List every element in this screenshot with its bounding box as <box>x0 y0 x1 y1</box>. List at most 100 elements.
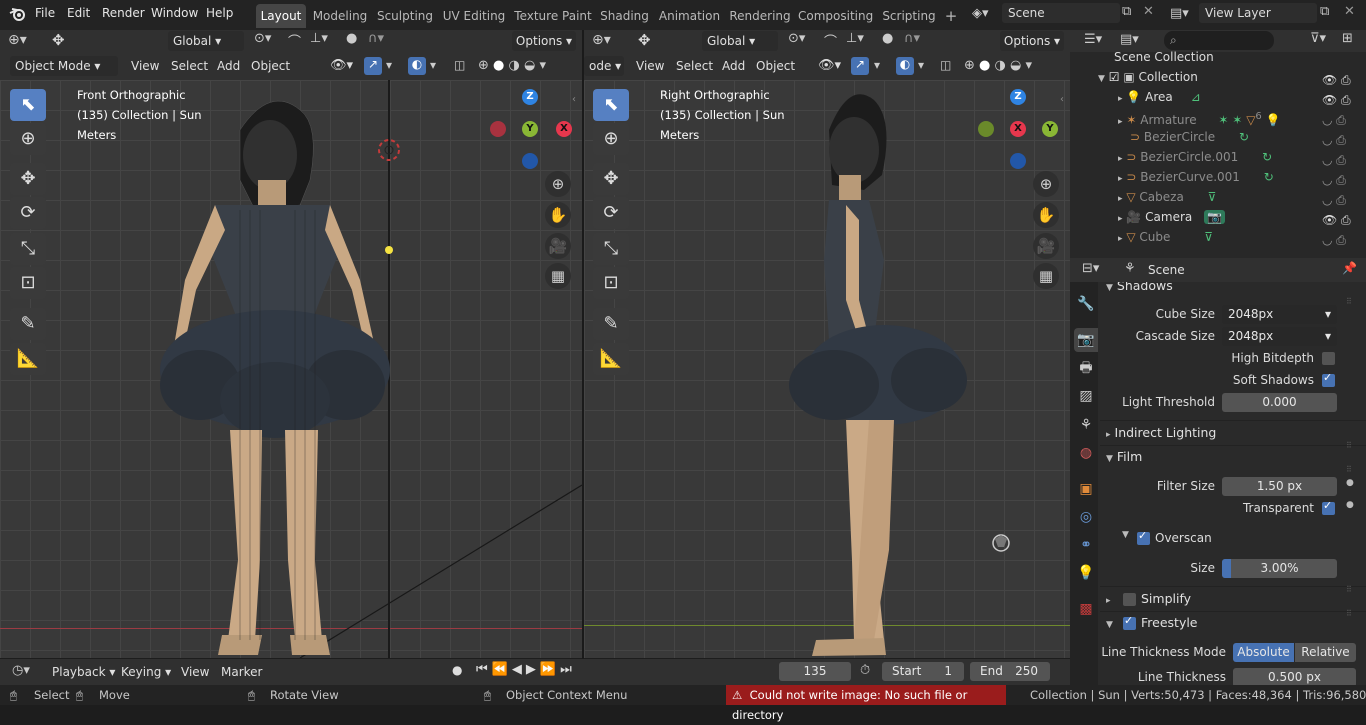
xray-icon[interactable]: ◫ <box>940 58 956 72</box>
measure-tool-button[interactable]: 📐 <box>10 343 46 375</box>
panel-film[interactable]: ▼ Film <box>1106 446 1142 468</box>
chevron-left-icon[interactable]: ‹ <box>572 94 582 105</box>
absolute-mode-button[interactable]: Absolute <box>1233 643 1294 662</box>
gizmo-x-axis[interactable]: X <box>556 121 572 137</box>
rotate-tool-button[interactable]: ⟳ <box>10 197 46 229</box>
eye-closed-icon[interactable]: ◡ ⎙ <box>1322 230 1362 250</box>
current-frame-field[interactable]: 135 <box>779 662 851 681</box>
close-icon[interactable]: ✕ <box>1344 4 1362 22</box>
light-threshold-field[interactable]: 0.000 <box>1222 393 1337 412</box>
menu-add[interactable]: Add <box>722 56 745 76</box>
texture-properties-icon[interactable]: ▩ <box>1074 597 1098 621</box>
chevron-down-icon[interactable]: ▾ <box>430 58 440 72</box>
menu-object[interactable]: Object <box>756 56 795 76</box>
menu-view[interactable]: View <box>131 56 159 76</box>
move-tool-button[interactable]: ✥ <box>593 163 629 195</box>
view-layer-field[interactable]: View Layer <box>1199 3 1317 23</box>
scene-name-field[interactable]: Scene <box>1002 3 1120 23</box>
tab-shading[interactable]: Shading <box>598 4 651 28</box>
editor-type-icon[interactable]: ⊟▾ <box>1082 261 1110 276</box>
menu-view[interactable]: View <box>181 662 209 682</box>
measure-tool-button[interactable]: 📐 <box>593 343 629 375</box>
gizmo-z-axis[interactable]: Z <box>522 89 538 105</box>
zoom-icon[interactable]: ⊕ <box>545 171 571 197</box>
transform-icon[interactable]: ✥ <box>52 31 76 51</box>
right-viewport[interactable]: Right Orthographic (135) Collection | Su… <box>584 80 1070 658</box>
panel-freestyle[interactable]: ▼ <box>1106 612 1113 634</box>
options-button[interactable]: Options ▾ <box>1000 31 1064 51</box>
tab-animation[interactable]: Animation <box>657 4 722 28</box>
annotate-tool-button[interactable]: ✎ <box>10 308 46 340</box>
transform-orientation-dropdown[interactable]: Global ▾ <box>702 31 778 51</box>
shading-modes-icon[interactable]: ⊕ ● ◑ ◒ ▾ <box>478 58 568 73</box>
new-collection-icon[interactable]: ⊞ <box>1342 31 1360 46</box>
snap-icon[interactable]: ⊥▾ <box>310 31 338 46</box>
left-viewport[interactable]: Front Orthographic (135) Collection | Su… <box>0 80 582 658</box>
end-frame-field[interactable]: End 250 <box>970 662 1050 681</box>
menu-object[interactable]: Object <box>251 56 290 76</box>
rotate-tool-button[interactable]: ⟳ <box>593 197 629 229</box>
close-icon[interactable]: ✕ <box>1143 4 1161 22</box>
object-properties-icon[interactable]: ▣ <box>1074 477 1098 501</box>
select-tool-button[interactable]: ⬉ <box>10 89 46 121</box>
freestyle-checkbox[interactable] <box>1123 614 1136 630</box>
eye-closed-icon[interactable]: ◡ ⎙ <box>1322 110 1362 130</box>
eye-closed-icon[interactable]: ◡ ⎙ <box>1322 170 1362 190</box>
menu-help[interactable]: Help <box>206 0 233 28</box>
chevron-down-icon[interactable]: ▾ <box>386 58 396 72</box>
mode-dropdown[interactable]: ode ▾ <box>584 56 624 76</box>
panel-simplify[interactable]: ▸ <box>1106 588 1111 610</box>
new-view-layer-icon[interactable]: ⧉ <box>1320 4 1338 22</box>
error-report[interactable]: ⚠ Could not write image: No such file or… <box>726 685 1006 722</box>
tab-modeling[interactable]: Modeling <box>310 4 370 28</box>
menu-marker[interactable]: Marker <box>221 662 262 682</box>
gizmo-x-axis[interactable]: X <box>1010 121 1026 137</box>
gizmo-y-axis[interactable]: Y <box>1042 121 1058 137</box>
gizmo-z-axis[interactable]: Z <box>1010 89 1026 105</box>
scale-tool-button[interactable]: ⤡ <box>10 233 46 265</box>
magnet-icon[interactable]: ⌒ <box>288 31 306 50</box>
transform-icon[interactable]: ✥ <box>638 31 662 49</box>
mode-dropdown[interactable]: Object Mode ▾ <box>10 56 118 76</box>
visibility-icon[interactable]: 👁▾ <box>330 58 358 73</box>
record-icon[interactable]: ● <box>452 663 470 681</box>
tab-scripting[interactable]: Scripting <box>879 4 939 28</box>
menu-edit[interactable]: Edit <box>67 0 90 28</box>
annotate-tool-button[interactable]: ✎ <box>593 308 629 340</box>
tab-texture-paint[interactable]: Texture Paint <box>513 4 593 28</box>
constraints-properties-icon[interactable]: ⚭ <box>1074 533 1098 557</box>
grid-icon[interactable]: ▦ <box>545 263 571 289</box>
cursor-tool-button[interactable]: ⊕ <box>593 123 629 155</box>
add-workspace-icon[interactable]: + <box>942 4 960 28</box>
falloff-icon[interactable]: ∩▾ <box>368 31 396 46</box>
eye-closed-icon[interactable]: ◡ ⎙ <box>1322 130 1362 150</box>
cursor-tool-button[interactable]: ⊕ <box>10 123 46 155</box>
gizmo-neg-y[interactable] <box>978 121 994 137</box>
overscan-checkbox[interactable] <box>1137 529 1150 545</box>
display-mode-icon[interactable]: ▤▾ <box>1120 32 1148 47</box>
gizmo-neg-z[interactable] <box>1010 153 1026 169</box>
grid-icon[interactable]: ▦ <box>1033 263 1059 289</box>
visibility-icon[interactable]: 👁▾ <box>818 58 846 73</box>
pivot-icon[interactable]: ⊙▾ <box>788 31 816 46</box>
menu-window[interactable]: Window <box>151 0 198 28</box>
cube-size-dropdown[interactable]: 2048px ▾ <box>1222 305 1337 324</box>
filter-size-field[interactable]: 1.50 px <box>1222 477 1337 496</box>
menu-add[interactable]: Add <box>217 56 240 76</box>
output-properties-icon[interactable]: 🖶 <box>1074 356 1098 380</box>
outliner-scene-collection[interactable]: Scene Collection <box>1114 47 1366 67</box>
editor-type-icon[interactable]: ⊕▾ <box>8 32 40 52</box>
cascade-size-dropdown[interactable]: 2048px ▾ <box>1222 327 1337 346</box>
overscan-expand-icon[interactable]: ▼ <box>1122 530 1129 540</box>
soft-shadows-checkbox[interactable] <box>1322 371 1335 387</box>
tab-compositing[interactable]: Compositing <box>798 4 873 28</box>
pan-hand-icon[interactable]: ✋ <box>1033 202 1059 228</box>
overscan-size-slider[interactable]: 3.00% <box>1222 559 1337 578</box>
gizmo-y-axis[interactable]: Y <box>522 121 538 137</box>
menu-view[interactable]: View <box>636 56 664 76</box>
pan-hand-icon[interactable]: ✋ <box>545 202 571 228</box>
playback-controls-icon[interactable]: ⏮⏪◀▶⏩⏭ <box>476 662 596 682</box>
transform-orientation-dropdown[interactable]: Global ▾ <box>168 31 244 51</box>
stopwatch-icon[interactable]: ⏱ <box>860 663 878 678</box>
falloff-icon[interactable]: ∩▾ <box>904 31 932 46</box>
